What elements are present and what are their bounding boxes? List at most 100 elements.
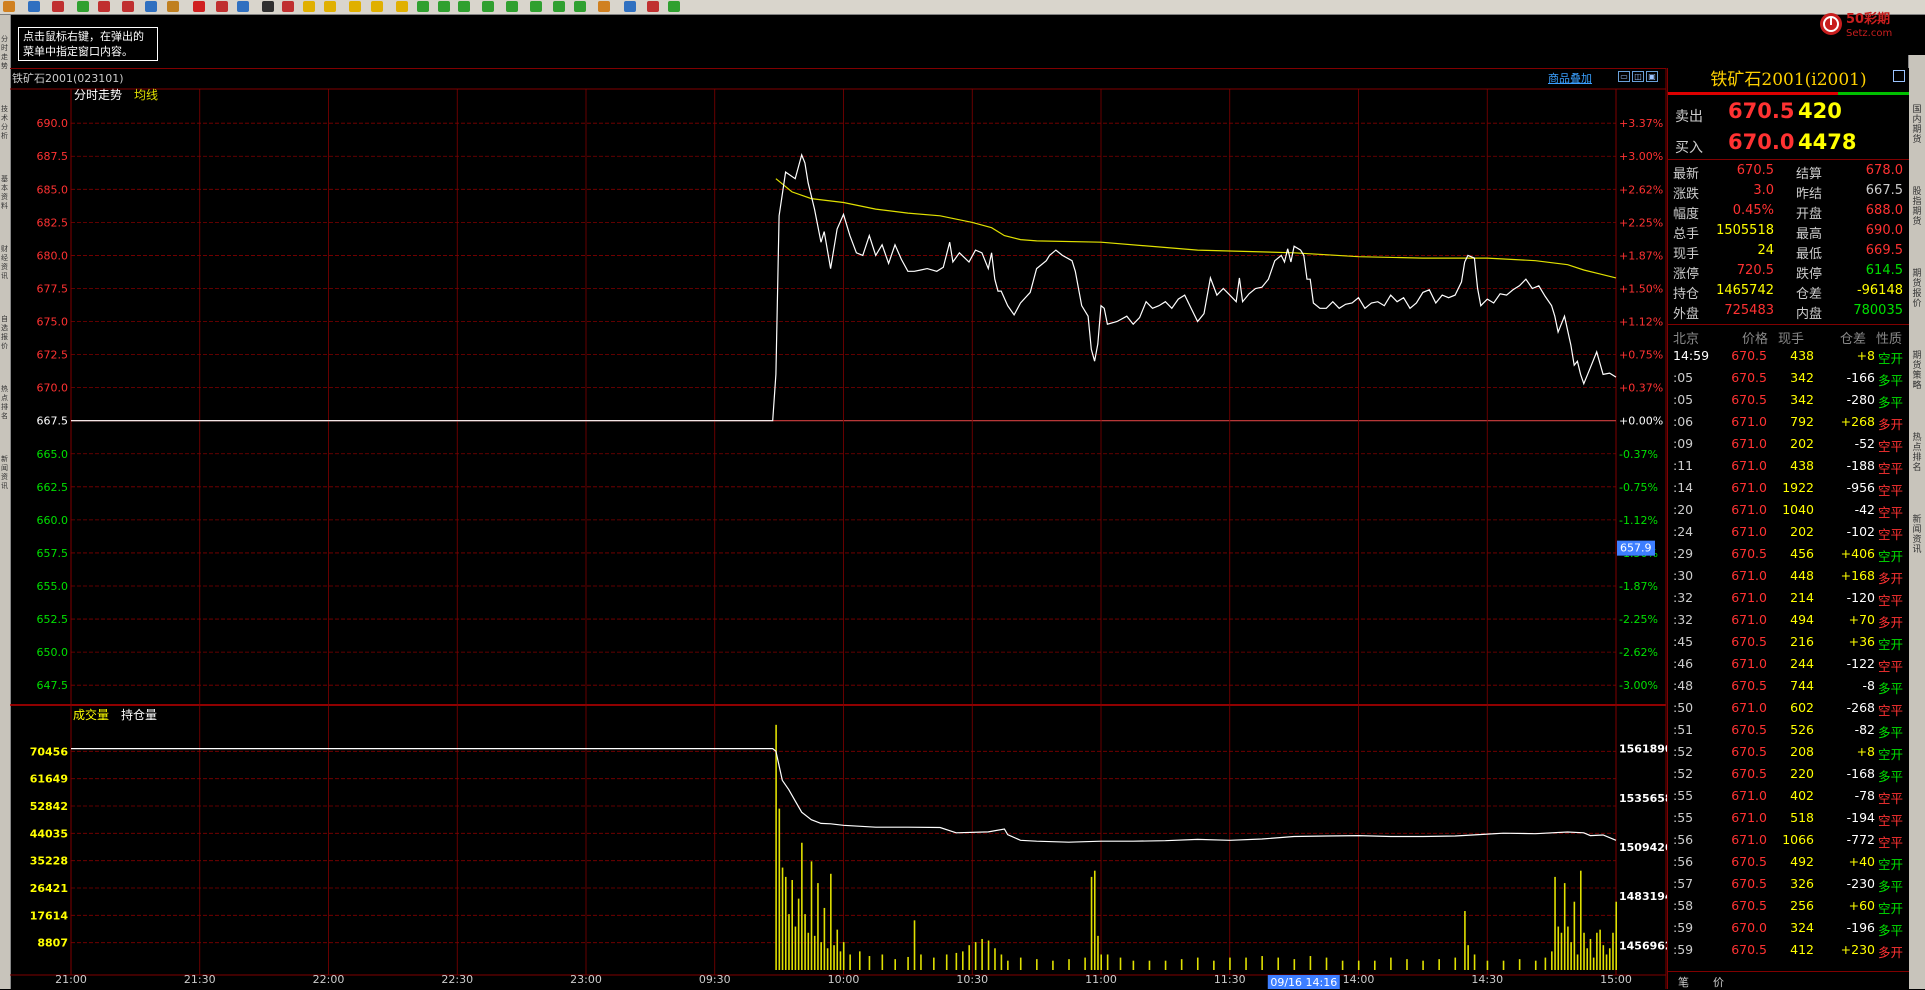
- price-tick: 672.5: [37, 349, 69, 362]
- tick-row: :20 671.0 1040 -42 空平: [1673, 502, 1903, 520]
- oi-tick: 1483194: [1619, 890, 1667, 903]
- tick-row: :06 671.0 792 +268 多开: [1673, 414, 1903, 432]
- tick-row: :30 671.0 448 +168 多开: [1673, 568, 1903, 586]
- volume-tick: 35228: [30, 855, 68, 868]
- time-tick: 15:00: [1600, 973, 1632, 986]
- right-tab[interactable]: 期货策略: [1911, 351, 1923, 391]
- pct-tick: +1.12%: [1619, 316, 1663, 329]
- volume-bar: [1583, 932, 1585, 970]
- tick-header: 北京 价格 现手 仓差 性质: [1673, 332, 1903, 347]
- volume-bar: [1422, 960, 1424, 970]
- volume-bar: [1097, 935, 1099, 970]
- stat-row: 现手 24 最低 669.5: [1673, 243, 1903, 262]
- time-tick: 14:30: [1471, 973, 1503, 986]
- volume-bar: [881, 954, 884, 970]
- tab-price[interactable]: 价: [1713, 974, 1724, 990]
- time-tick: 11:00: [1085, 973, 1117, 986]
- stat-row: 持仓 1465742 仓差 -96148: [1673, 283, 1903, 302]
- volume-bar: [974, 942, 977, 970]
- volume-bar: [894, 959, 896, 970]
- volume-bar: [1019, 957, 1022, 970]
- volume-tick: 44035: [30, 827, 68, 840]
- volume-bar: [1007, 960, 1009, 970]
- right-tab[interactable]: 股指期货: [1911, 187, 1923, 227]
- volume-bar: [842, 942, 845, 970]
- quote-panel: 铁矿石2001(i2001) 卖出 670.5 420 买入 670.0 447…: [1667, 68, 1909, 989]
- tab-ticks[interactable]: 笔: [1678, 974, 1689, 990]
- volume-bar: [933, 957, 935, 970]
- right-tab[interactable]: 热点排名: [1911, 433, 1923, 473]
- pct-tick: +0.37%: [1619, 382, 1663, 395]
- volume-bar: [1544, 957, 1547, 970]
- pct-tick: -2.62%: [1619, 646, 1658, 659]
- tick-row: :45 670.5 216 +36 空开: [1673, 634, 1903, 652]
- time-tick: 23:00: [570, 973, 602, 986]
- volume-bar: [1390, 957, 1392, 970]
- time-tick: 10:30: [956, 973, 988, 986]
- volume-bar: [987, 940, 990, 970]
- bid-ask-ratio-bar-green: [1838, 92, 1909, 95]
- volume-bar: [1164, 960, 1167, 970]
- tick-row: :51 670.5 526 -82 多平: [1673, 722, 1903, 740]
- volume-bar: [836, 929, 839, 970]
- volume-bar: [794, 926, 797, 970]
- chart-labels: 690.0 +3.37% 687.5 +3.00% 685.0 +2.62% 682.5 +2…: [30, 88, 1667, 989]
- stat-row: 涨跌 3.0 昨结 667.5: [1673, 183, 1903, 202]
- volume-bar: [1068, 959, 1070, 970]
- volume-bar: [820, 942, 822, 970]
- volume-tick: 52842: [30, 800, 68, 813]
- tick-row: :58 670.5 256 +60 空开: [1673, 898, 1903, 916]
- volume-bar: [1534, 960, 1537, 970]
- volume-bar: [1554, 876, 1556, 970]
- right-tab[interactable]: 新闻资讯: [1911, 515, 1923, 555]
- tick-row: :52 670.5 220 -168 多平: [1673, 766, 1903, 784]
- price-tick: 685.0: [37, 183, 69, 196]
- pct-tick: +3.00%: [1619, 150, 1663, 163]
- volume-bar: [1000, 954, 1003, 970]
- right-tab[interactable]: 期货报价: [1911, 269, 1923, 309]
- volume-bar: [1357, 960, 1360, 970]
- pct-tick: -0.75%: [1619, 481, 1658, 494]
- volume-bar: [1567, 926, 1569, 970]
- price-tick: 687.5: [37, 150, 69, 163]
- volume-bar: [804, 914, 806, 970]
- volume-bar: [1325, 957, 1328, 970]
- stat-row: 最新 670.5 结算 678.0: [1673, 163, 1903, 182]
- volume-bar: [813, 935, 816, 970]
- price-tick: 677.5: [37, 282, 69, 295]
- price-tick: 667.5: [37, 415, 69, 428]
- volume-bar: [1563, 883, 1566, 970]
- volume-bar: [868, 956, 871, 970]
- pct-tick: -1.12%: [1619, 514, 1658, 527]
- right-tab[interactable]: 国内期货: [1911, 105, 1923, 145]
- volume-bar: [781, 867, 784, 970]
- intraday-chart[interactable]: 690.0 +3.37% 687.5 +3.00% 685.0 +2.62% 682.5 +2…: [0, 0, 1667, 989]
- oi-label: 持仓量: [121, 707, 157, 722]
- volume-bar: [1084, 957, 1086, 970]
- volume-bar: [1093, 870, 1096, 970]
- quote-footer: 笔 价: [1668, 971, 1909, 990]
- volume-bar: [1615, 901, 1617, 970]
- pct-tick: +0.00%: [1619, 415, 1663, 428]
- price-tick: 655.0: [37, 580, 69, 593]
- volume-tick: 70456: [30, 745, 69, 758]
- volume-bar: [788, 914, 790, 970]
- volume-bar: [791, 879, 793, 970]
- time-tick: 11:30: [1214, 973, 1246, 986]
- volume-bar: [1148, 960, 1151, 970]
- tick-row: :09 671.0 202 -52 空平: [1673, 436, 1903, 454]
- quote-window-icon[interactable]: [1893, 70, 1905, 82]
- volume-bar: [1090, 876, 1093, 970]
- tick-row: 14:59 670.5 438 +8 空开: [1673, 348, 1903, 366]
- volume-bar: [1560, 932, 1563, 970]
- tick-row: :50 671.0 602 -268 空平: [1673, 700, 1903, 718]
- price-tick: 647.5: [37, 679, 69, 692]
- price-panel-title: 分时走势: [74, 88, 122, 102]
- volume-bar: [1438, 959, 1440, 970]
- volume-bar: [1213, 960, 1215, 970]
- volume-bar: [784, 876, 787, 970]
- tick-row: :55 671.0 518 -194 空平: [1673, 810, 1903, 828]
- sell-row: 卖出 670.5 420: [1668, 98, 1909, 128]
- tick-row: :59 670.0 324 -196 多平: [1673, 920, 1903, 938]
- sell-price: 670.5: [1728, 99, 1795, 123]
